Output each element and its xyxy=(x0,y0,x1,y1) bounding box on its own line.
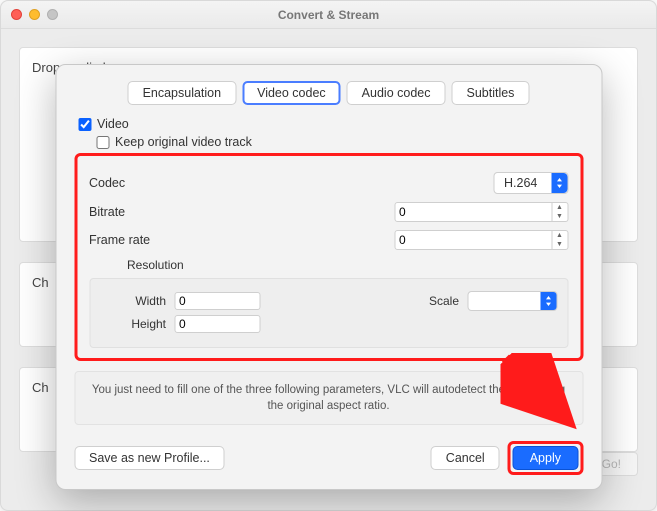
height-input[interactable] xyxy=(174,315,260,333)
width-input[interactable] xyxy=(174,292,260,310)
codec-value: H.264 xyxy=(504,176,537,190)
tab-subtitles[interactable]: Subtitles xyxy=(451,81,529,105)
resolution-label: Resolution xyxy=(127,258,568,272)
video-checkbox-label: Video xyxy=(97,117,129,131)
scale-select[interactable] xyxy=(467,291,557,311)
hint-text: You just need to fill one of the three f… xyxy=(74,371,583,425)
bitrate-label: Bitrate xyxy=(89,205,199,219)
tab-audio-codec[interactable]: Audio codec xyxy=(347,81,446,105)
width-row: Width Scale xyxy=(122,291,557,311)
framerate-input[interactable] xyxy=(394,230,552,250)
height-row: Height xyxy=(122,315,557,333)
keep-original-checkbox[interactable] xyxy=(96,136,109,149)
height-label: Height xyxy=(122,317,166,331)
codec-label: Codec xyxy=(89,176,199,190)
window-title: Convert & Stream xyxy=(1,8,656,22)
codec-row: Codec H.264 xyxy=(89,172,568,194)
video-checkbox[interactable] xyxy=(78,118,91,131)
cancel-button[interactable]: Cancel xyxy=(431,446,500,470)
dropdown-arrows-icon xyxy=(551,173,567,193)
sheet-footer: Save as new Profile... Cancel Apply xyxy=(74,441,583,475)
video-checkbox-row[interactable]: Video xyxy=(78,117,583,131)
codec-select[interactable]: H.264 xyxy=(493,172,568,194)
apply-button[interactable]: Apply xyxy=(513,446,578,470)
framerate-stepper[interactable]: ▲▼ xyxy=(552,230,568,250)
titlebar: Convert & Stream xyxy=(1,1,656,29)
framerate-row: Frame rate ▲▼ xyxy=(89,230,568,250)
tab-bar: Encapsulation Video codec Audio codec Su… xyxy=(74,81,583,105)
framerate-label: Frame rate xyxy=(89,233,199,247)
bitrate-row: Bitrate ▲▼ xyxy=(89,202,568,222)
width-label: Width xyxy=(122,294,166,308)
apply-highlight: Apply xyxy=(508,441,583,475)
tab-encapsulation[interactable]: Encapsulation xyxy=(128,81,237,105)
keep-checkbox-label: Keep original video track xyxy=(115,135,252,149)
highlight-box: Codec H.264 Bitrate ▲▼ Frame rate ▲▼ Res… xyxy=(74,153,583,361)
bitrate-stepper[interactable]: ▲▼ xyxy=(552,202,568,222)
dropdown-arrows-icon xyxy=(540,292,556,310)
save-profile-button[interactable]: Save as new Profile... xyxy=(74,446,225,470)
tab-video-codec[interactable]: Video codec xyxy=(242,81,341,105)
keep-checkbox-row[interactable]: Keep original video track xyxy=(96,135,583,149)
profile-sheet: Encapsulation Video codec Audio codec Su… xyxy=(55,64,602,490)
bitrate-input[interactable] xyxy=(394,202,552,222)
scale-label: Scale xyxy=(429,294,459,308)
resolution-group: Width Scale Height xyxy=(89,278,568,348)
